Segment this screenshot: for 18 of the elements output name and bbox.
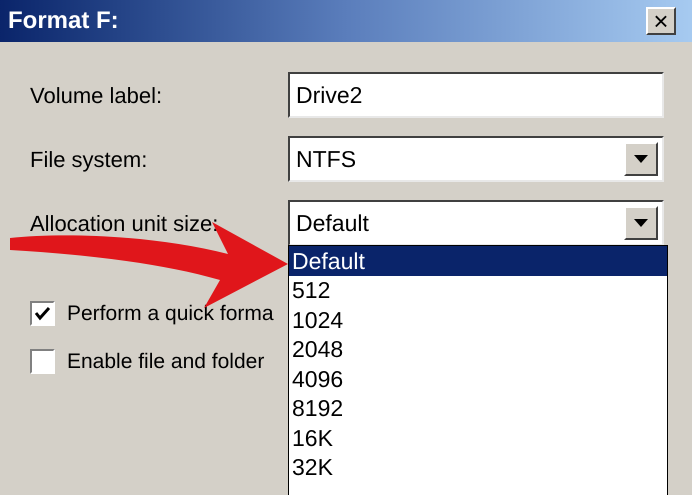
field-label: Volume label: (30, 82, 164, 110)
check-icon (34, 306, 51, 322)
window-title: Format F: (8, 6, 119, 36)
dropdown-button[interactable] (624, 206, 658, 240)
dropdown-button[interactable] (624, 142, 658, 176)
close-button[interactable]: × (646, 7, 676, 35)
combo-box[interactable]: Default (288, 200, 664, 246)
combo-box[interactable]: NTFS (288, 136, 664, 182)
checkbox[interactable] (30, 301, 55, 326)
caret-icon (634, 155, 648, 163)
checkbox-label: Perform a quick forma (67, 301, 274, 327)
field-label: File system: (30, 146, 148, 174)
caret-icon (634, 219, 648, 227)
checkbox[interactable] (30, 348, 55, 374)
field-label: Allocation unit size: (30, 210, 220, 238)
input-field[interactable]: Drive2 (288, 72, 664, 118)
list-option[interactable]: Default (289, 246, 667, 276)
checkbox-label: Enable file and folder (67, 348, 264, 374)
